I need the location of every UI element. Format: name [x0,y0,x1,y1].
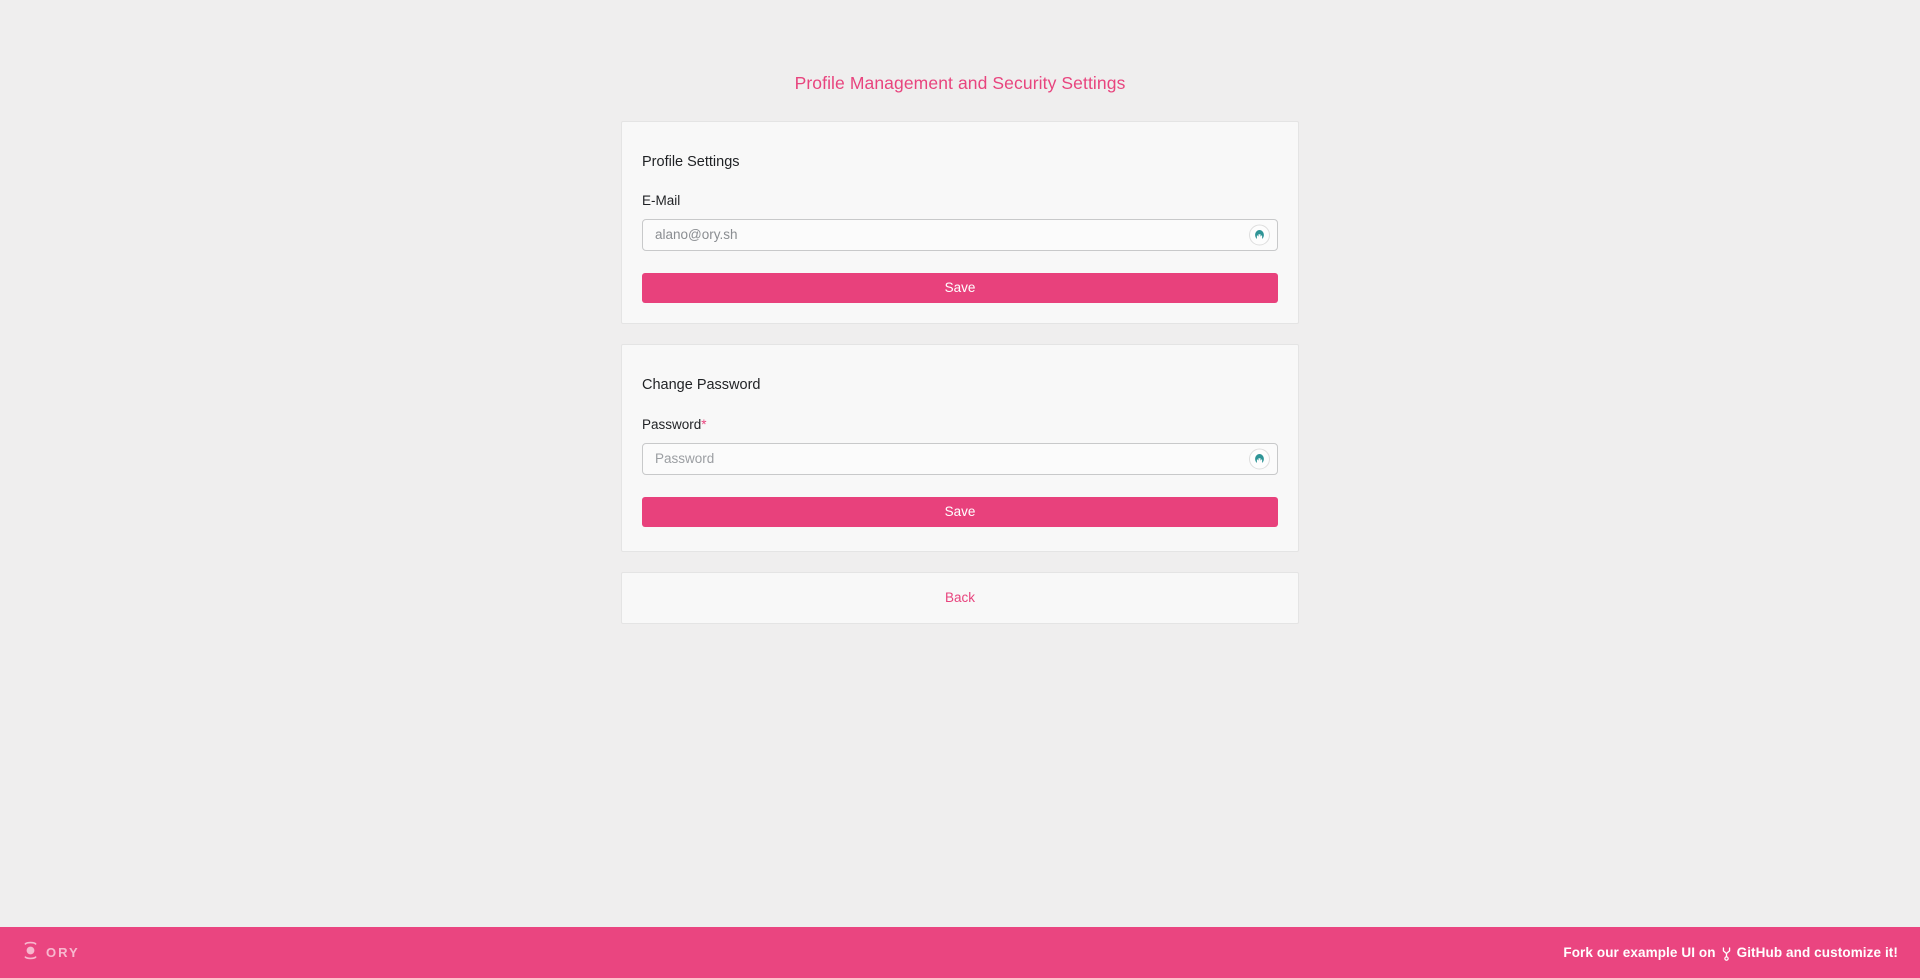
password-manager-autofill-icon[interactable] [1249,448,1270,470]
footer-text-after: GitHub and customize it! [1736,945,1898,960]
page-title: Profile Management and Security Settings [794,73,1126,93]
back-card[interactable]: Back [621,571,1299,624]
ory-logo[interactable]: ORY [22,941,80,965]
ory-logo-icon [22,941,39,965]
email-label: E-Mail [642,193,681,209]
email-input[interactable] [642,219,1278,252]
profile-settings-card: Profile Settings E-Mail Save [621,120,1299,325]
password-label: Password* [642,417,1278,433]
email-field-group: E-Mail [642,193,1278,252]
ory-wordmark: ORY [46,945,80,960]
git-fork-icon [1721,946,1732,961]
password-save-button[interactable]: Save [642,496,1278,527]
password-manager-autofill-icon[interactable] [1249,224,1270,246]
password-input-wrap [642,442,1278,475]
settings-container: Profile Settings E-Mail Save Change Pass… [621,120,1299,624]
change-password-card: Change Password Password* Save [621,344,1299,552]
back-link[interactable]: Back [945,590,975,605]
footer-fork-link[interactable]: Fork our example UI on GitHub and custom… [1563,945,1898,961]
change-password-heading: Change Password [642,377,761,394]
password-label-text: Password [642,416,702,432]
password-input[interactable] [642,442,1278,475]
footer-text-before: Fork our example UI on [1563,945,1716,960]
required-asterisk: * [701,416,707,432]
profile-save-button[interactable]: Save [642,273,1278,304]
profile-settings-heading: Profile Settings [642,153,740,170]
footer-bar: ORY Fork our example UI on GitHub and cu… [0,927,1920,978]
page-root: Profile Management and Security Settings… [0,0,1920,927]
password-field-group: Password* [642,417,1278,475]
email-input-wrap [642,219,1278,252]
